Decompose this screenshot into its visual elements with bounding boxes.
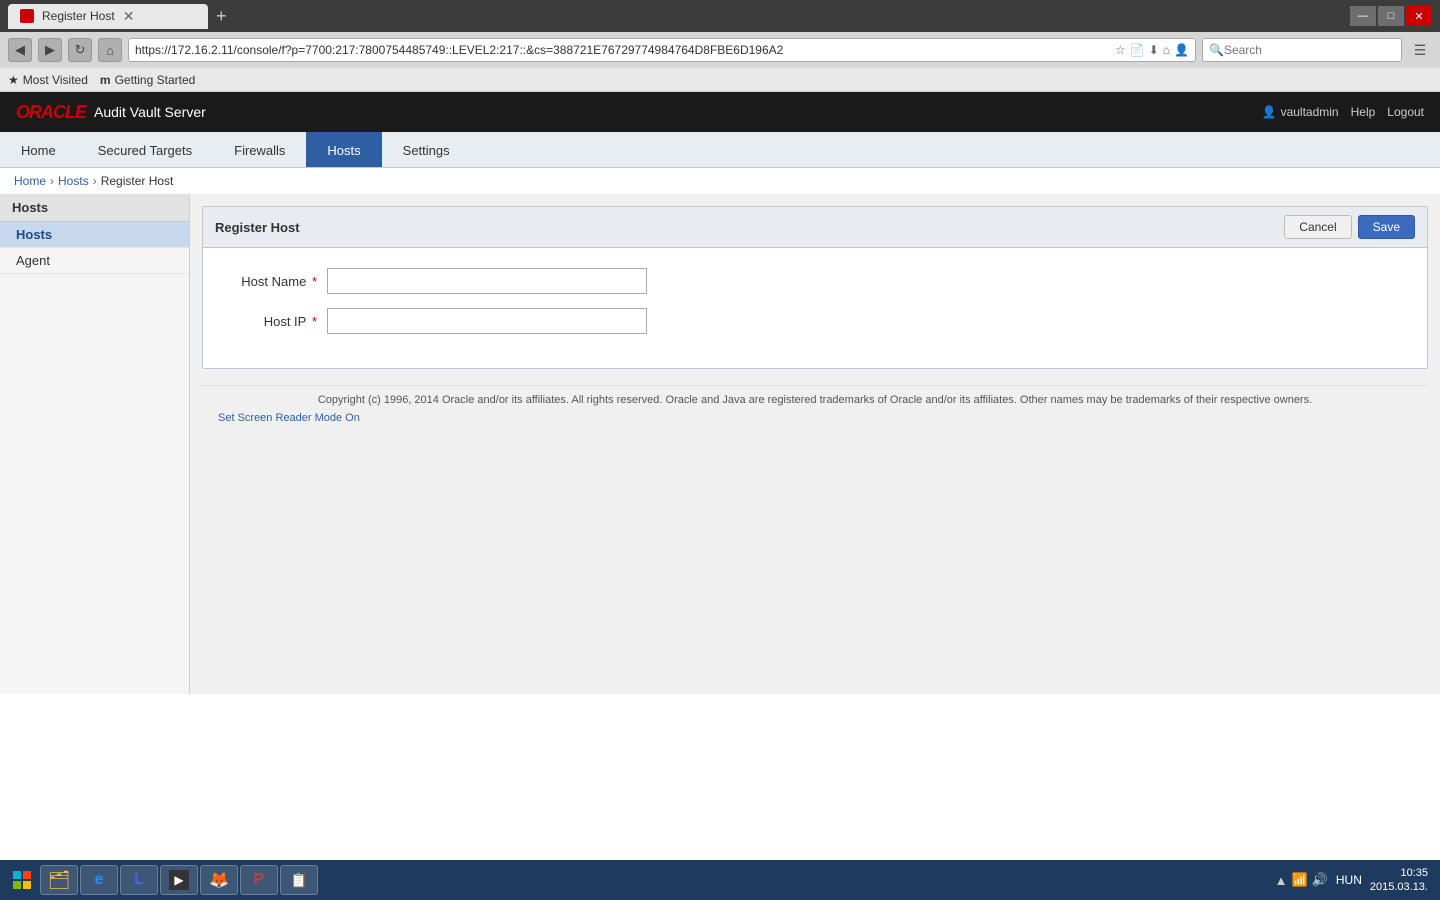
window-controls: — □ ✕ [1350, 6, 1432, 26]
search-icon: 🔍 [1209, 43, 1224, 57]
search-wrap: 🔍 [1202, 38, 1402, 62]
nav-home[interactable]: Home [0, 132, 77, 167]
address-icons: ☆ 📄 ⬇ ⌂ 👤 [1115, 43, 1189, 57]
host-name-label: Host Name * [227, 274, 327, 289]
breadcrumb-sep-2: › [93, 174, 97, 188]
breadcrumb: Home › Hosts › Register Host [0, 168, 1440, 194]
forward-button[interactable]: ▶ [38, 38, 62, 62]
bookmark-most-visited-label: Most Visited [23, 73, 88, 87]
panel-header: Register Host Cancel Save [203, 207, 1427, 248]
tab-close-button[interactable]: ✕ [123, 8, 135, 25]
bookmark-getting-started-label: Getting Started [115, 73, 196, 87]
browser-tab[interactable]: Register Host ✕ [8, 4, 208, 29]
app-title: Audit Vault Server [94, 104, 206, 120]
tab-favicon [20, 9, 34, 23]
address-bar[interactable] [135, 43, 1115, 57]
screen-reader-link[interactable]: Set Screen Reader Mode On [218, 412, 1412, 424]
user-addr-icon[interactable]: 👤 [1174, 43, 1189, 57]
sidebar-item-agent[interactable]: Agent [0, 248, 189, 274]
bookmark-getting-started[interactable]: m Getting Started [100, 73, 195, 87]
menu-button[interactable]: ☰ [1408, 38, 1432, 62]
breadcrumb-home[interactable]: Home [14, 174, 46, 188]
download-icon[interactable]: ⬇ [1149, 43, 1159, 57]
register-host-panel: Register Host Cancel Save Host Name * [202, 206, 1428, 369]
maximize-button[interactable]: □ [1378, 6, 1404, 26]
panel-title: Register Host [215, 220, 300, 235]
browser-toolbar: ◀ ▶ ↻ ⌂ ☆ 📄 ⬇ ⌂ 👤 🔍 ☰ [0, 32, 1440, 68]
panel-body: Host Name * Host IP * [203, 248, 1427, 368]
breadcrumb-sep-1: › [50, 174, 54, 188]
content-area: Hosts Hosts Agent Register Host Cancel S… [0, 194, 1440, 694]
cancel-button[interactable]: Cancel [1284, 215, 1351, 239]
minimize-button[interactable]: — [1350, 6, 1376, 26]
refresh-button[interactable]: ↻ [68, 38, 92, 62]
host-name-row: Host Name * [227, 268, 1403, 294]
address-bar-wrap: ☆ 📄 ⬇ ⌂ 👤 [128, 38, 1196, 62]
nav-firewalls[interactable]: Firewalls [213, 132, 306, 167]
username-label: vaultadmin [1281, 105, 1339, 119]
home-button[interactable]: ⌂ [98, 38, 122, 62]
bookmark-star-icon[interactable]: ☆ [1115, 43, 1126, 57]
bookmarks-bar: ★ Most Visited m Getting Started [0, 68, 1440, 92]
tab-title: Register Host [42, 9, 115, 23]
breadcrumb-hosts[interactable]: Hosts [58, 174, 89, 188]
app-nav: Home Secured Targets Firewalls Hosts Set… [0, 132, 1440, 168]
host-ip-input[interactable] [327, 308, 647, 334]
host-name-required: * [308, 274, 317, 289]
header-user: 👤 vaultadmin [1262, 105, 1339, 119]
sidebar-section-title: Hosts [0, 194, 189, 222]
copyright-text: Copyright (c) 1996, 2014 Oracle and/or i… [218, 394, 1412, 406]
search-input[interactable] [1224, 43, 1395, 57]
logout-link[interactable]: Logout [1387, 105, 1424, 119]
getting-started-icon: m [100, 73, 111, 87]
breadcrumb-current: Register Host [101, 174, 174, 188]
nav-hosts[interactable]: Hosts [306, 132, 381, 167]
app-footer: Copyright (c) 1996, 2014 Oracle and/or i… [202, 385, 1428, 432]
panel-actions: Cancel Save [1284, 215, 1415, 239]
reader-mode-icon[interactable]: 📄 [1130, 43, 1145, 57]
host-name-input[interactable] [327, 268, 647, 294]
main-content: Register Host Cancel Save Host Name * [190, 194, 1440, 694]
back-button[interactable]: ◀ [8, 38, 32, 62]
most-visited-icon: ★ [8, 73, 19, 87]
oracle-logo: ORACLE [16, 102, 86, 123]
host-ip-required: * [308, 314, 317, 329]
nav-secured-targets[interactable]: Secured Targets [77, 132, 213, 167]
sidebar: Hosts Hosts Agent [0, 194, 190, 694]
nav-settings[interactable]: Settings [382, 132, 471, 167]
save-button[interactable]: Save [1358, 215, 1415, 239]
app-header: ORACLE Audit Vault Server 👤 vaultadmin H… [0, 92, 1440, 132]
user-icon: 👤 [1262, 105, 1277, 119]
home-addr-icon[interactable]: ⌂ [1163, 43, 1170, 57]
host-ip-row: Host IP * [227, 308, 1403, 334]
new-tab-button[interactable]: + [208, 6, 235, 27]
close-button[interactable]: ✕ [1406, 6, 1432, 26]
sidebar-item-hosts[interactable]: Hosts [0, 222, 189, 248]
bookmark-most-visited[interactable]: ★ Most Visited [8, 73, 88, 87]
help-link[interactable]: Help [1351, 105, 1376, 119]
host-ip-label: Host IP * [227, 314, 327, 329]
header-right: 👤 vaultadmin Help Logout [1262, 105, 1424, 119]
